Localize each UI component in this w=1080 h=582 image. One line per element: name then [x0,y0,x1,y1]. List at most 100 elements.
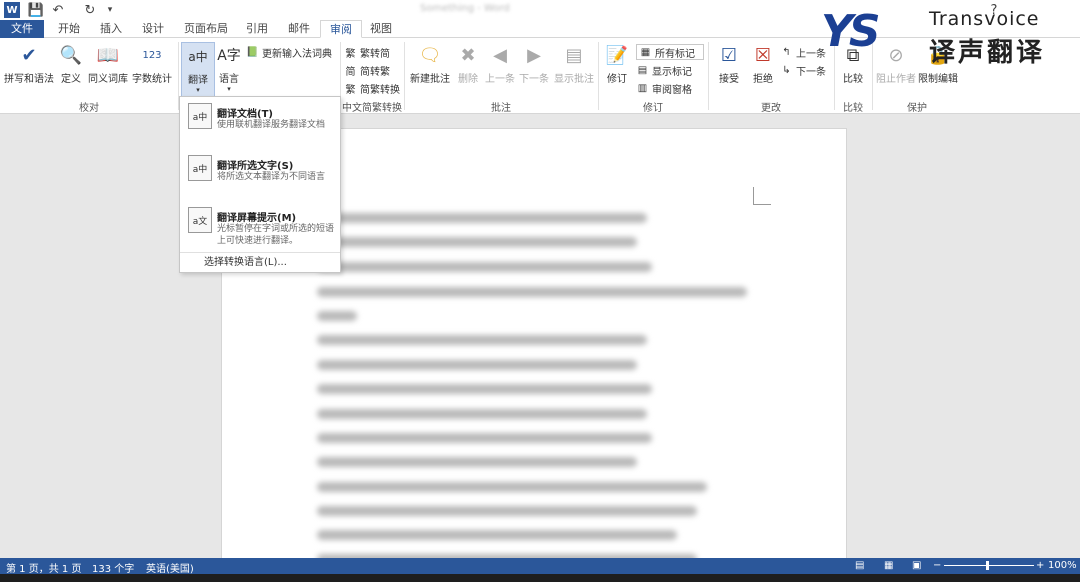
menu-item-translate-selection[interactable]: a中 翻译所选文字(S) 将所选文本翻译为不同语言 [180,151,340,203]
blurred-text-line [317,360,637,370]
blurred-text-line [317,237,637,247]
zoom-level[interactable]: 100% [1048,560,1077,571]
group-compare: 比较 [843,103,863,114]
zoom-slider-handle[interactable] [986,561,989,570]
define-button[interactable]: 🔍 定义 [58,42,84,86]
markup-dropdown[interactable]: ▦ 所有标记 [636,44,704,60]
tab-review[interactable]: 审阅 [320,20,362,38]
blurred-text-line [317,311,357,321]
trad-to-simp-icon: 繁 [345,48,356,60]
zoom-in-icon[interactable]: + [1036,560,1044,571]
translate-screentip-icon: a文 [188,207,212,233]
trad-to-simp-button[interactable]: 繁 繁转简 [344,44,391,60]
margin-corner-mark [753,187,771,205]
tab-home[interactable]: 开始 [52,20,86,38]
save-icon[interactable]: 💾 [28,2,44,18]
brand-name-en: Transvoice [929,8,1040,30]
read-mode-icon[interactable]: ▤ [855,560,864,571]
brand-logo: YS [821,6,881,57]
undo-icon[interactable]: ↶ [50,2,66,18]
thesaurus-button[interactable]: 📖 同义词库 [88,42,128,86]
dictionary-icon: 📗 [246,46,259,58]
group-tracking: 修订 [643,103,663,114]
tab-view[interactable]: 视图 [364,20,398,38]
show-markup-button[interactable]: ▤ 显示标记 [636,62,692,78]
document-title: Something - Word [420,3,510,14]
translate-dropdown-menu: a中 翻译文档(T) 使用联机翻译服务翻译文档 a中 翻译所选文字(S) 将所选… [179,96,341,273]
taskbar [0,574,1080,582]
show-markup-icon: ▤ [637,64,648,76]
tab-design[interactable]: 设计 [136,20,170,38]
document-area[interactable] [0,114,1080,558]
tab-mailings[interactable]: 邮件 [282,20,316,38]
print-layout-icon[interactable]: ▦ [884,560,893,571]
word-count-button[interactable]: 123 字数统计 [132,42,172,86]
redo-icon[interactable]: ↻ [82,2,98,18]
status-page[interactable]: 第 1 页，共 1 页 [6,560,81,575]
word-count-icon: 123 [142,49,162,61]
next-change-button[interactable]: ↳ 下一条 [780,62,826,78]
translate-icon: a中 [188,49,208,64]
group-proofing: 校对 [79,103,99,114]
next-change-icon: ↳ [782,64,791,76]
update-ime-dictionary[interactable]: 📗 更新输入法词典 [246,44,332,60]
blurred-text-line [317,506,697,516]
next-comment-icon: ▶ [527,44,541,66]
show-comments-button: ▤ 显示批注 [554,42,594,86]
status-language[interactable]: 英语(美国) [146,560,194,575]
tab-references[interactable]: 引用 [240,20,274,38]
prev-comment-button: ◀ 上一条 [485,42,515,86]
prev-comment-icon: ◀ [493,44,507,66]
simp-to-trad-button[interactable]: 简 简转繁 [344,62,391,78]
status-word-count[interactable]: 133 个字 [92,560,134,575]
menu-item-translate-document[interactable]: a中 翻译文档(T) 使用联机翻译服务翻译文档 [180,99,340,151]
group-chinese-conversion: 中文简繁转换 [342,103,402,114]
zoom-out-icon[interactable]: − [933,560,941,571]
language-icon: A字 [217,48,241,64]
markup-icon: ▦ [640,46,651,58]
blurred-text-line [317,335,647,345]
spelling-button[interactable]: ✔ 拼写和语法 [4,42,54,86]
convert-icon: 繁 [345,84,356,96]
blurred-text-line [317,287,747,297]
translate-selection-icon: a中 [188,155,212,181]
group-protect: 保护 [907,103,927,114]
reject-icon: ☒ [754,44,772,66]
zoom-slider[interactable] [944,565,1034,566]
menu-item-choose-language[interactable]: 选择转换语言(L)... [180,252,340,272]
prev-change-button[interactable]: ↰ 上一条 [780,44,826,60]
review-pane-button[interactable]: ▥ 审阅窗格 [636,80,692,96]
customize-qat-icon[interactable]: ▾ [102,2,118,18]
blurred-text-line [317,262,652,272]
web-layout-icon[interactable]: ▣ [912,560,921,571]
reject-button[interactable]: ☒ 拒绝 [750,42,776,86]
blurred-text-line [317,482,707,492]
accept-button[interactable]: ☑ 接受 [716,42,742,86]
convert-button[interactable]: 繁 简繁转换 [344,80,401,96]
chevron-down-icon: ▾ [196,86,200,94]
tab-file[interactable]: 文件 [0,20,44,38]
menu-item-translate-screentip[interactable]: a文 翻译屏幕提示(M) 光标暂停在字词或所选的短语上可快速进行翻译。 [180,203,340,255]
status-bar: 第 1 页，共 1 页 133 个字 英语(美国) ▤ ▦ ▣ − + 100% [0,558,1080,575]
translate-button[interactable]: a中 翻译 ▾ [181,42,215,98]
word-logo-icon: W [4,2,20,18]
blurred-text-line [317,530,677,540]
blurred-text-line [317,213,647,223]
brand-name-cn: 译声翻译 [929,38,1046,68]
delete-comment-button: ✖ 删除 [455,42,481,86]
define-icon: 🔍 [59,44,83,66]
transvoice-watermark: YS Transvoice 译声翻译 [821,6,1079,68]
blurred-text-line [317,384,652,394]
translate-document-icon: a中 [188,103,212,129]
new-comment-button[interactable]: 🗨 新建批注 [410,42,450,86]
simp-to-trad-icon: 简 [345,66,356,78]
next-comment-button: ▶ 下一条 [519,42,549,86]
comment-icon: 🗨 [418,44,442,66]
tab-layout[interactable]: 页面布局 [178,20,234,38]
accept-icon: ☑ [720,44,738,66]
language-button[interactable]: A字 语言 ▾ [216,42,242,93]
track-changes-button[interactable]: 📝 修订 [604,42,630,86]
blurred-text-line [317,457,637,467]
tab-insert[interactable]: 插入 [94,20,128,38]
review-pane-icon: ▥ [637,82,648,94]
